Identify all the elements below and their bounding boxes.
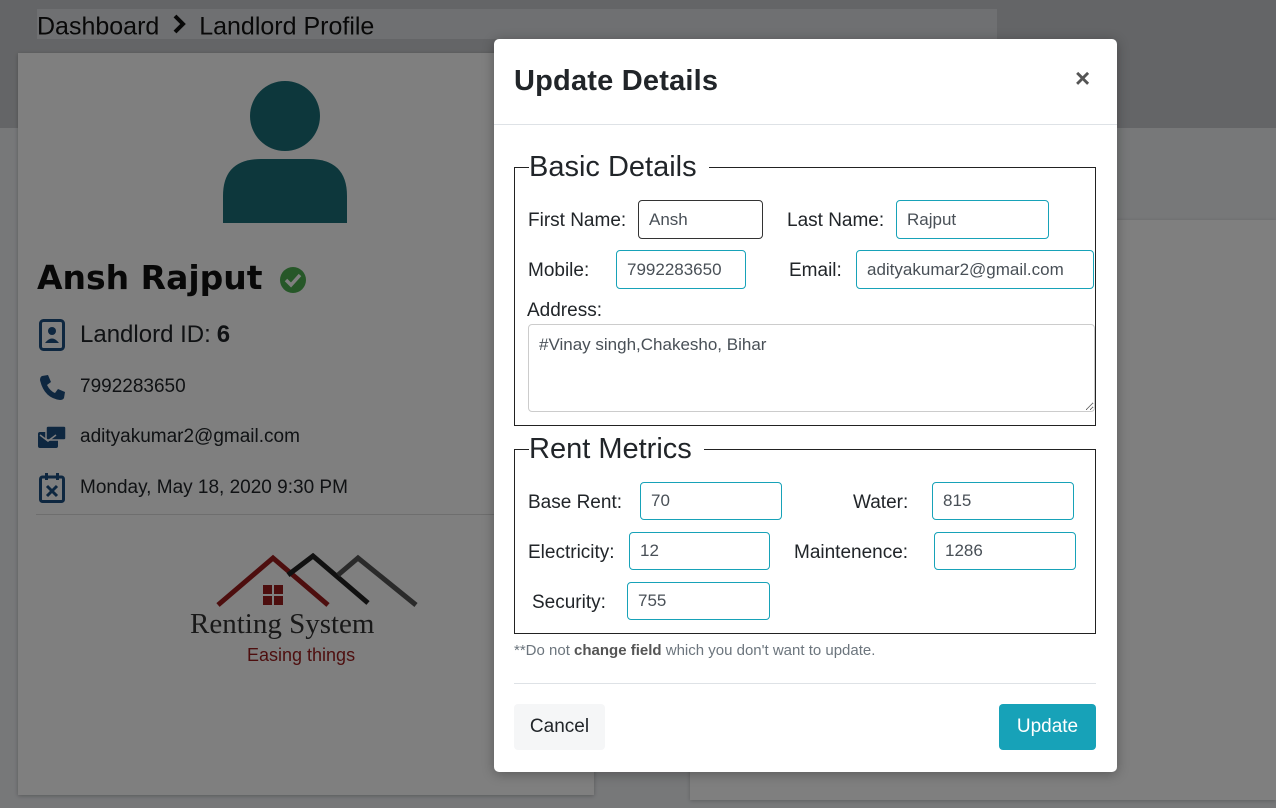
water-label: Water: xyxy=(853,492,909,513)
electricity-input[interactable] xyxy=(629,532,770,570)
last-name-input[interactable] xyxy=(896,200,1049,239)
modal-header-divider xyxy=(494,124,1117,125)
rent-metrics-legend: Rent Metrics xyxy=(529,433,692,465)
first-name-input[interactable] xyxy=(638,200,763,239)
address-label: Address: xyxy=(527,300,602,321)
update-note: **Do not change field which you don't wa… xyxy=(514,642,875,659)
update-details-modal: Update Details × Basic Details First Nam… xyxy=(494,39,1117,772)
note-prefix: **Do not xyxy=(514,642,570,659)
address-textarea[interactable]: #Vinay singh,Chakesho, Bihar xyxy=(528,324,1095,412)
base-rent-label: Base Rent: xyxy=(528,492,622,513)
first-name-label: First Name: xyxy=(528,210,627,231)
base-rent-input[interactable] xyxy=(640,482,782,520)
email-input[interactable] xyxy=(856,250,1094,289)
security-label: Security: xyxy=(532,592,606,613)
update-button[interactable]: Update xyxy=(999,704,1096,750)
modal-title: Update Details xyxy=(514,65,719,97)
mobile-label: Mobile: xyxy=(528,260,590,281)
note-bold: change field xyxy=(574,642,662,659)
water-input[interactable] xyxy=(932,482,1074,520)
modal-footer-divider xyxy=(514,683,1096,684)
close-icon[interactable]: × xyxy=(1075,63,1090,94)
note-suffix: which you don't want to update. xyxy=(665,642,876,659)
maintenance-input[interactable] xyxy=(934,532,1076,570)
last-name-label: Last Name: xyxy=(787,210,885,231)
mobile-input[interactable] xyxy=(616,250,746,289)
basic-details-legend: Basic Details xyxy=(529,151,697,183)
security-input[interactable] xyxy=(627,582,770,620)
electricity-label: Electricity: xyxy=(528,542,615,563)
cancel-button[interactable]: Cancel xyxy=(514,704,605,750)
email-label: Email: xyxy=(789,260,842,281)
maintenance-label: Maintenence: xyxy=(794,542,909,563)
